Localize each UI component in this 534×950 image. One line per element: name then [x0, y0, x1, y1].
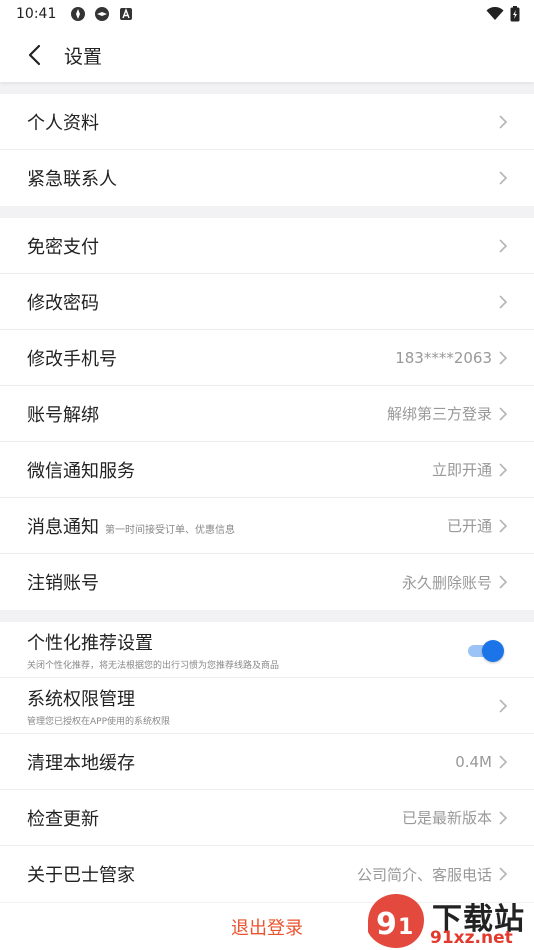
chevron-right-icon — [499, 238, 508, 253]
settings-item-label-line: 消息通知 第一时间接受订单、优惠信息 — [27, 513, 235, 539]
settings-group-general: 个性化推荐设置 关闭个性化推荐，将无法根据您的出行习惯为您推荐线路及商品 系统权… — [0, 622, 534, 902]
settings-item-value: 已开通 — [446, 517, 492, 535]
settings-item-value: 183****2063 — [395, 348, 492, 367]
toggle-knob — [482, 639, 504, 662]
settings-item-check-update[interactable]: 检查更新 已是最新版本 — [0, 790, 534, 846]
section-divider — [0, 82, 534, 94]
settings-item-label: 账号解绑 — [27, 404, 99, 426]
a-notification-icon — [120, 8, 133, 20]
settings-item-label-wrap: 系统权限管理 管理您已授权在APP使用的系统权限 — [27, 685, 170, 727]
settings-item-value: 永久删除账号 — [401, 573, 492, 592]
personalized-recommendation-toggle[interactable] — [468, 639, 504, 662]
settings-item-hint: 第一时间接受订单、优惠信息 — [105, 524, 235, 536]
settings-item-label: 清理本地缓存 — [27, 752, 135, 774]
settings-item-delete-account[interactable]: 注销账号 永久删除账号 — [0, 554, 534, 610]
chevron-right-icon — [499, 754, 508, 769]
settings-item-personalized-recommendation: 个性化推荐设置 关闭个性化推荐，将无法根据您的出行习惯为您推荐线路及商品 — [0, 622, 534, 678]
app-notification-icon — [71, 7, 86, 21]
chevron-right-icon — [499, 350, 508, 365]
settings-item-change-phone[interactable]: 修改手机号 183****2063 — [0, 330, 534, 386]
settings-item-system-permissions[interactable]: 系统权限管理 管理您已授权在APP使用的系统权限 — [0, 678, 534, 734]
settings-item-label: 紧急联系人 — [27, 169, 117, 190]
settings-item-value: 立即开通 — [431, 461, 492, 479]
settings-item-message-notification[interactable]: 消息通知 第一时间接受订单、优惠信息 已开通 — [0, 498, 534, 554]
settings-item-subtitle: 管理您已授权在APP使用的系统权限 — [27, 716, 171, 727]
settings-item-value: 0.4M — [455, 752, 492, 771]
logout-label: 退出登录 — [231, 917, 303, 939]
app-bar: 设置 — [0, 28, 534, 82]
chevron-right-icon — [499, 518, 508, 533]
settings-item-emergency-contact[interactable]: 紧急联系人 — [0, 150, 534, 206]
settings-item-clear-cache[interactable]: 清理本地缓存 0.4M — [0, 734, 534, 790]
settings-item-about[interactable]: 关于巴士管家 公司简介、客服电话 — [0, 846, 534, 902]
settings-item-label: 检查更新 — [27, 808, 99, 830]
settings-item-change-password[interactable]: 修改密码 — [0, 274, 534, 330]
chevron-right-icon — [499, 810, 508, 825]
chevron-right-icon — [499, 294, 508, 309]
settings-item-label: 免密支付 — [27, 236, 99, 258]
settings-item-wechat-notification[interactable]: 微信通知服务 立即开通 — [0, 442, 534, 498]
settings-item-password-free-payment[interactable]: 免密支付 — [0, 218, 534, 274]
status-bar: 10:41 — [0, 0, 534, 28]
chevron-right-icon — [499, 114, 508, 129]
chevron-right-icon — [499, 406, 508, 421]
chevron-right-icon — [499, 462, 508, 477]
settings-item-label: 修改密码 — [27, 292, 99, 314]
chevron-right-icon — [499, 867, 508, 881]
section-divider — [0, 206, 534, 218]
settings-item-label: 关于巴士管家 — [27, 865, 135, 886]
chevron-left-icon — [28, 44, 41, 66]
chevron-right-icon — [499, 575, 508, 589]
settings-item-subtitle: 关闭个性化推荐，将无法根据您的出行习惯为您推荐线路及商品 — [27, 660, 280, 671]
settings-item-unbind-account[interactable]: 账号解绑 解绑第三方登录 — [0, 386, 534, 442]
settings-item-label: 个人资料 — [27, 112, 99, 134]
settings-item-value: 已是最新版本 — [401, 809, 492, 827]
chevron-right-icon — [499, 698, 508, 713]
settings-group-security: 免密支付 修改密码 修改手机号 183****2063 账号解绑 解绑第三方登录… — [0, 218, 534, 610]
settings-item-label: 系统权限管理 — [27, 688, 135, 710]
logout-button[interactable]: 退出登录 — [0, 903, 534, 950]
status-time: 10:41 — [16, 6, 57, 22]
settings-item-value: 公司简介、客服电话 — [356, 865, 492, 884]
settings-item-label: 注销账号 — [27, 573, 99, 594]
settings-item-label: 修改手机号 — [27, 348, 117, 370]
settings-item-label: 消息通知 — [27, 516, 99, 538]
chevron-right-icon — [499, 171, 508, 185]
settings-item-label: 微信通知服务 — [27, 460, 135, 482]
app-notification-icon — [95, 7, 110, 21]
wifi-icon — [486, 7, 504, 20]
back-button[interactable] — [22, 43, 46, 67]
settings-item-profile[interactable]: 个人资料 — [0, 94, 534, 150]
settings-item-label-wrap: 个性化推荐设置 关闭个性化推荐，将无法根据您的出行习惯为您推荐线路及商品 — [27, 629, 279, 671]
settings-group-account: 个人资料 紧急联系人 — [0, 94, 534, 206]
section-divider — [0, 610, 534, 622]
battery-icon — [510, 6, 520, 22]
settings-item-value: 解绑第三方登录 — [386, 405, 492, 423]
page-title: 设置 — [64, 45, 103, 68]
settings-item-label: 个性化推荐设置 — [27, 632, 153, 654]
